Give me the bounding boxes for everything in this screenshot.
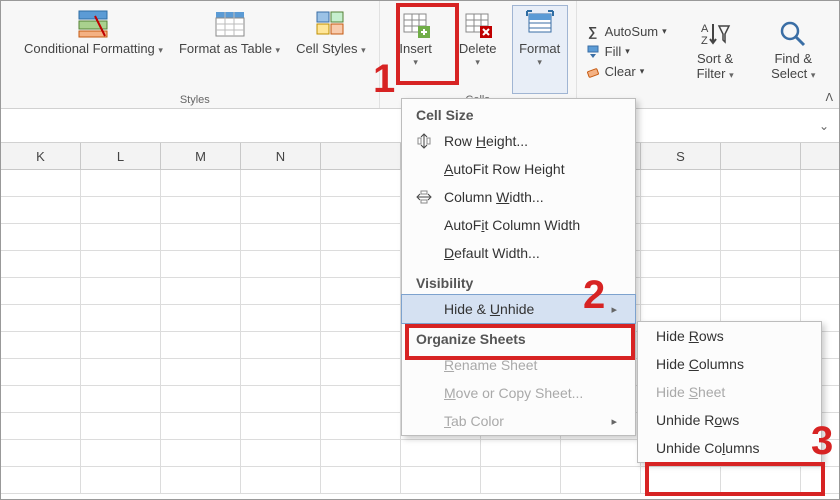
submenu-hide-rows-label: Hide Rows (656, 328, 724, 344)
menu-tab-color-label: Tab Color (444, 413, 504, 429)
insert-label: Insert (399, 42, 432, 57)
find-select-label: Find & Select ▾ (761, 52, 827, 82)
menu-autofit-column[interactable]: AutoFit Column Width (402, 211, 635, 239)
conditional-formatting-icon (77, 8, 109, 40)
col-header[interactable]: N (241, 143, 321, 169)
submenu-hide-columns-label: Hide Columns (656, 356, 744, 372)
group-editing: ∑ AutoSum ▾ Fill ▾ Clear ▾ (577, 1, 839, 108)
menu-hide-unhide[interactable]: Hide & Unhide ▸ (401, 294, 636, 324)
submenu-unhide-columns[interactable]: Unhide Columns (638, 434, 821, 462)
menu-autofit-column-label: AutoFit Column Width (444, 217, 580, 233)
format-button[interactable]: Format ▾ (512, 5, 568, 94)
svg-text:A: A (701, 23, 709, 35)
sigma-icon: ∑ (585, 24, 601, 40)
clear-label: Clear (605, 64, 636, 79)
col-header[interactable] (721, 143, 801, 169)
group-styles: Conditional Formatting ▾ Format as Table… (1, 1, 380, 108)
menu-row-height[interactable]: Row Height... (402, 127, 635, 155)
ribbon: Conditional Formatting ▾ Format as Table… (1, 1, 839, 109)
format-as-table-icon (214, 8, 246, 40)
format-as-table-label: Format as Table ▾ (179, 42, 280, 57)
grid-row[interactable] (1, 467, 839, 494)
section-cell-size: Cell Size (402, 99, 635, 127)
menu-hide-unhide-label: Hide & Unhide (444, 301, 534, 317)
menu-autofit-row[interactable]: AutoFit Row Height (402, 155, 635, 183)
group-styles-label: Styles (180, 94, 210, 108)
eraser-icon (585, 64, 601, 80)
hide-unhide-submenu: Hide Rows Hide Columns Hide Sheet Unhide… (637, 321, 822, 463)
cell-styles-label: Cell Styles ▾ (296, 42, 366, 57)
chevron-down-icon: ▾ (640, 66, 645, 77)
submenu-hide-sheet[interactable]: Hide Sheet (638, 378, 821, 406)
row-height-icon (414, 131, 434, 151)
col-header[interactable]: K (1, 143, 81, 169)
submenu-arrow-icon: ▸ (611, 303, 617, 316)
fill-down-icon (585, 44, 601, 60)
submenu-unhide-columns-label: Unhide Columns (656, 440, 760, 456)
chevron-down-icon: ▾ (662, 26, 667, 37)
col-header[interactable]: L (81, 143, 161, 169)
sort-filter-label: Sort & Filter ▾ (686, 52, 745, 82)
cell-styles-icon (315, 8, 347, 40)
submenu-unhide-rows-label: Unhide Rows (656, 412, 739, 428)
chevron-down-icon: ▾ (625, 46, 630, 57)
menu-rename-sheet[interactable]: Rename Sheet (402, 351, 635, 379)
column-width-icon (414, 187, 434, 207)
menu-default-width-label: Default Width... (444, 245, 540, 261)
section-visibility: Visibility (402, 267, 635, 295)
section-organize: Organize Sheets (402, 323, 635, 351)
fill-button[interactable]: Fill ▾ (585, 43, 667, 61)
delete-cells-icon (462, 8, 494, 40)
format-cells-icon (524, 8, 556, 40)
submenu-hide-rows[interactable]: Hide Rows (638, 322, 821, 350)
insert-cells-icon (400, 8, 432, 40)
chevron-down-icon: ▾ (475, 57, 480, 67)
col-header[interactable] (321, 143, 401, 169)
clear-button[interactable]: Clear ▾ (585, 63, 667, 81)
submenu-unhide-rows[interactable]: Unhide Rows (638, 406, 821, 434)
autosum-label: AutoSum (605, 24, 658, 39)
menu-tab-color[interactable]: Tab Color ▸ (402, 407, 635, 435)
fill-label: Fill (605, 44, 622, 59)
insert-button[interactable]: Insert ▾ (388, 5, 444, 94)
submenu-arrow-icon: ▸ (611, 415, 617, 428)
chevron-down-icon: ▾ (537, 57, 542, 67)
col-header[interactable]: S (641, 143, 721, 169)
sort-filter-icon: AZ (699, 18, 731, 50)
group-editing-label (706, 94, 709, 108)
format-dropdown-menu: Cell Size Row Height... AutoFit Row Heig… (401, 98, 636, 436)
menu-column-width[interactable]: Column Width... (402, 183, 635, 211)
delete-label: Delete (459, 42, 497, 57)
submenu-hide-sheet-label: Hide Sheet (656, 384, 725, 400)
collapse-ribbon-icon[interactable]: ᐱ (825, 91, 833, 104)
magnifier-icon (777, 18, 809, 50)
svg-text:Z: Z (701, 35, 708, 47)
cell-styles-button[interactable]: Cell Styles ▾ (291, 5, 371, 94)
sort-filter-button[interactable]: AZ Sort & Filter ▾ (681, 15, 750, 85)
conditional-formatting-label: Conditional Formatting ▾ (24, 42, 163, 57)
menu-column-width-label: Column Width... (444, 189, 544, 205)
menu-rename-sheet-label: Rename Sheet (444, 357, 537, 373)
menu-default-width[interactable]: Default Width... (402, 239, 635, 267)
find-select-button[interactable]: Find & Select ▾ (756, 15, 832, 85)
submenu-hide-columns[interactable]: Hide Columns (638, 350, 821, 378)
menu-autofit-row-label: AutoFit Row Height (444, 161, 565, 177)
formula-bar-expand-icon[interactable]: ⌄ (819, 119, 829, 133)
menu-move-copy-sheet[interactable]: Move or Copy Sheet... (402, 379, 635, 407)
chevron-down-icon: ▾ (413, 57, 418, 67)
group-cells: Insert ▾ Delete ▾ Format ▾ Cells (380, 1, 577, 108)
delete-button[interactable]: Delete ▾ (450, 5, 506, 94)
format-as-table-button[interactable]: Format as Table ▾ (174, 5, 285, 94)
autosum-button[interactable]: ∑ AutoSum ▾ (585, 23, 667, 41)
menu-row-height-label: Row Height... (444, 133, 528, 149)
conditional-formatting-button[interactable]: Conditional Formatting ▾ (19, 5, 168, 94)
menu-move-copy-label: Move or Copy Sheet... (444, 385, 583, 401)
col-header[interactable]: M (161, 143, 241, 169)
format-label: Format (519, 42, 560, 57)
